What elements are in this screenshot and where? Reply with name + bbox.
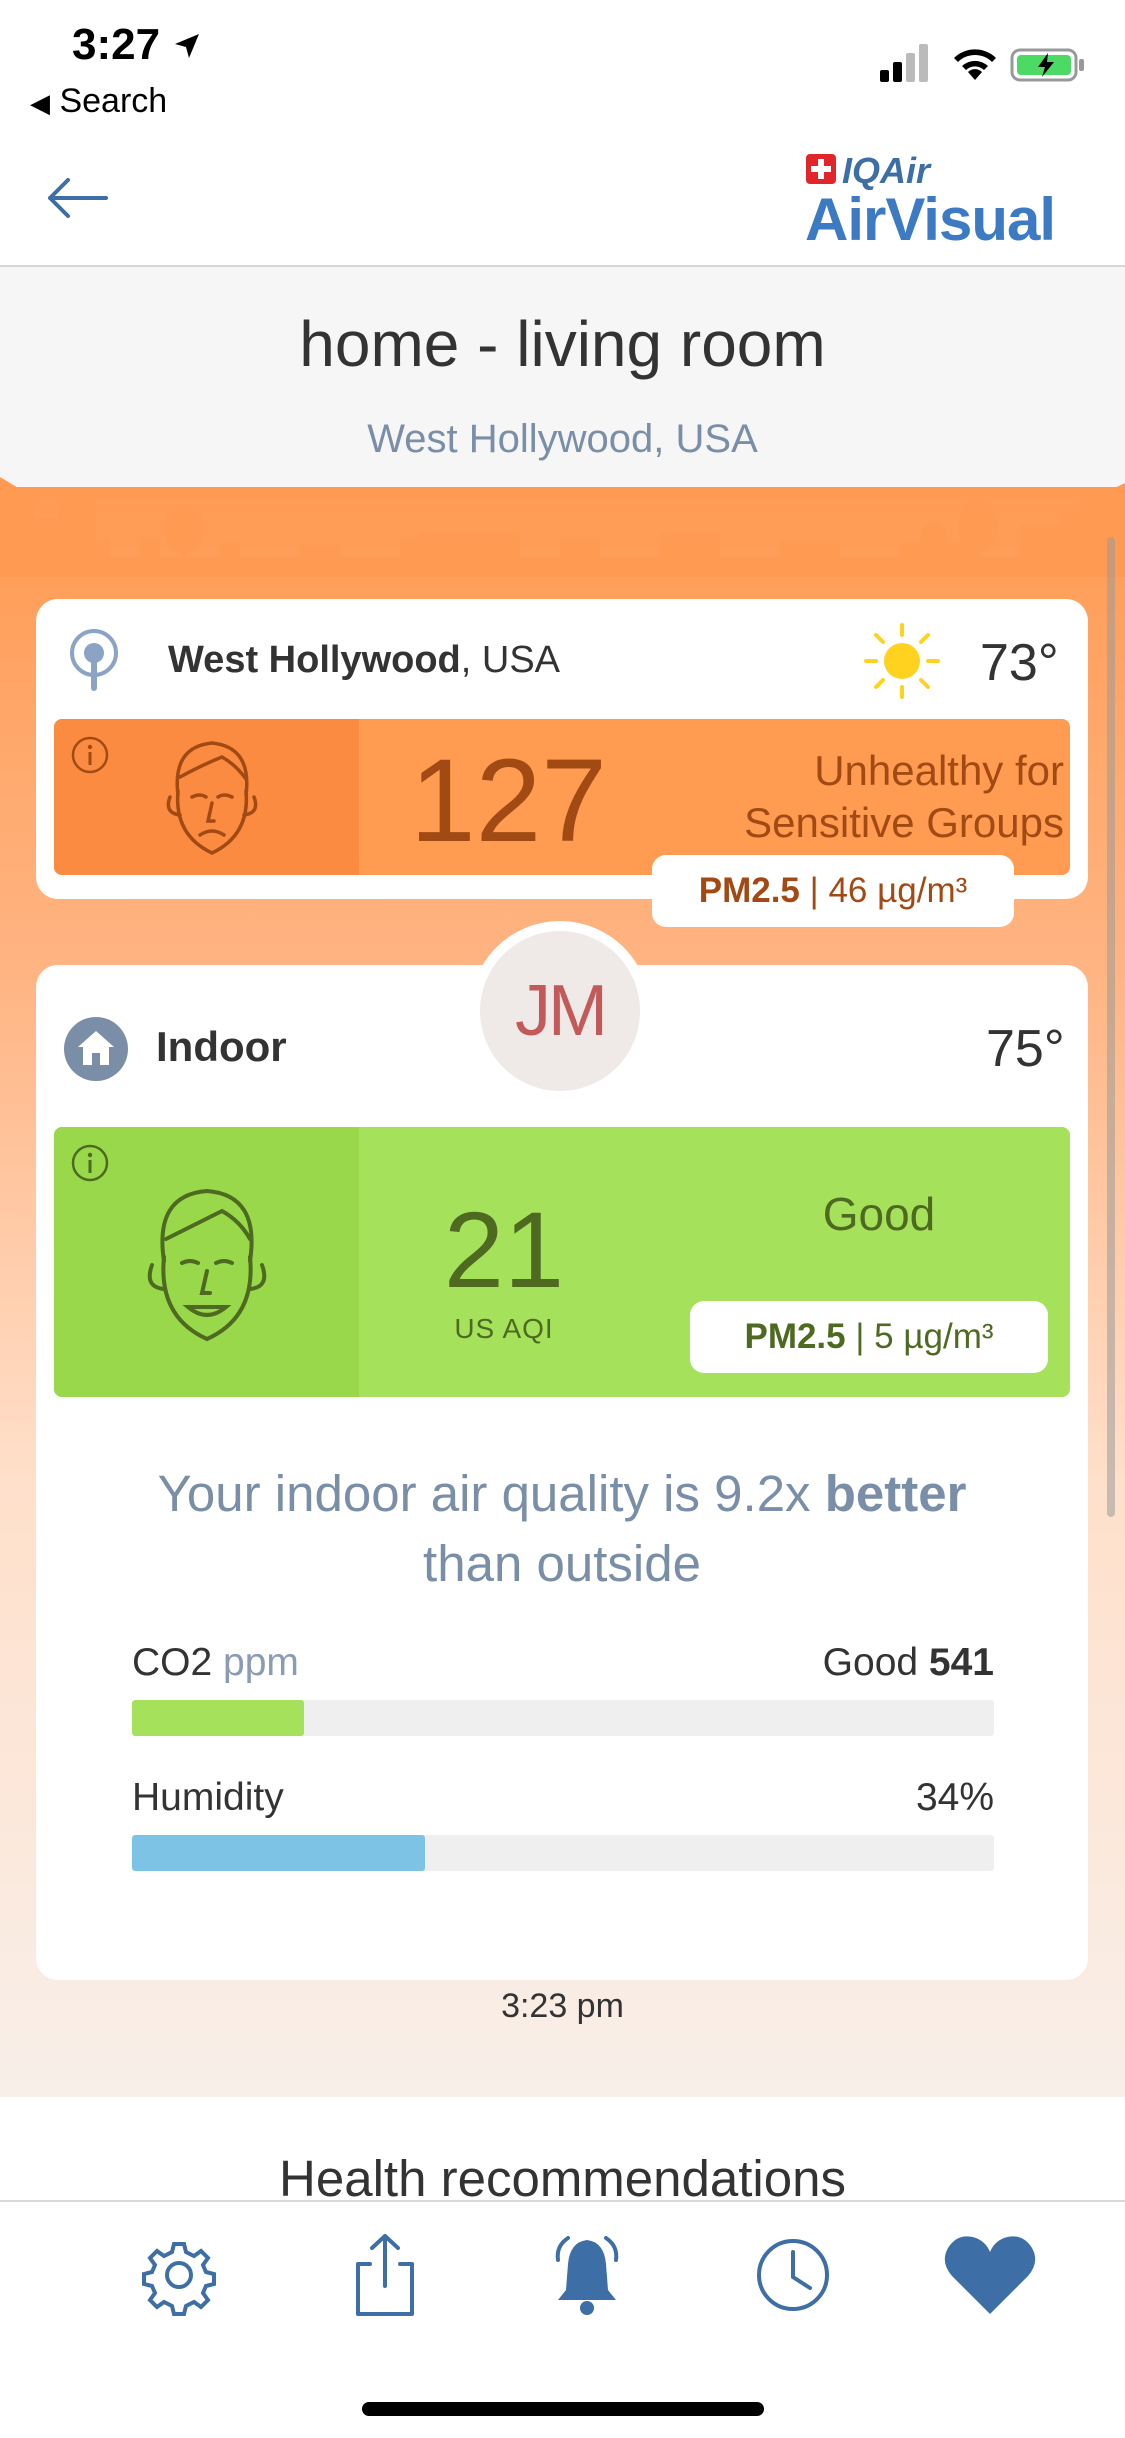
outdoor-aqi-band: 127 Unhealthy for Sensitive Groups	[54, 719, 1070, 875]
home-indicator	[362, 2402, 764, 2416]
location-pin-icon	[70, 629, 118, 691]
location-arrow-icon	[175, 34, 200, 58]
outdoor-pm25-pill: PM2.5 | 46 µg/m³	[652, 855, 1014, 927]
back-to-search-link[interactable]: ◀ Search	[30, 82, 167, 121]
status-bar: 3:27 ◀ Search	[0, 0, 1125, 130]
humidity-bar	[132, 1835, 994, 1871]
bell-icon[interactable]	[542, 2230, 632, 2320]
health-recommendations-section: Health recommendations	[0, 2097, 1125, 2197]
city-skyline-illustration	[0, 477, 1125, 577]
comparison-text: Your indoor air quality is 9.2x better t…	[157, 1465, 967, 1592]
home-icon	[64, 1017, 128, 1081]
cellular-signal-icon	[880, 44, 928, 82]
humidity-bar-fill	[132, 1835, 426, 1871]
back-triangle-icon: ◀	[30, 88, 50, 118]
last-updated-time: 3:23 pm	[501, 1987, 624, 2025]
device-detail: home - living room West Hollywood, USA W…	[0, 267, 1125, 2097]
co2-row: CO2 ppm Good 541	[132, 1641, 994, 1684]
humidity-row: Humidity 34%	[132, 1776, 994, 1819]
wifi-icon	[954, 49, 996, 80]
co2-bar-fill	[132, 1700, 305, 1736]
outdoor-aqi-status: Unhealthy for Sensitive Groups	[744, 747, 1064, 846]
clock-icon[interactable]	[748, 2230, 838, 2320]
happy-face-icon	[147, 1188, 267, 1342]
co2-bar	[132, 1700, 994, 1736]
avatar[interactable]: JM	[480, 931, 640, 1091]
indoor-temperature: 75°	[986, 1020, 1065, 1078]
back-arrow-icon[interactable]	[42, 168, 112, 228]
sad-face-icon	[166, 741, 258, 855]
indoor-pm25-pill: PM2.5 | 5 µg/m³	[690, 1301, 1048, 1373]
indoor-aqi-unit: US AQI	[454, 1313, 554, 1344]
battery-charging-icon	[1010, 48, 1084, 82]
health-recommendations-title: Health recommendations	[279, 2150, 846, 2197]
app-header: IQAir AirVisual	[0, 130, 1125, 267]
indoor-aqi-band: 21 US AQI Good PM2.5 | 5 µg/m³	[54, 1127, 1070, 1397]
info-icon[interactable]	[70, 1143, 110, 1183]
indoor-aqi-value: 21	[443, 1189, 565, 1310]
status-time: 3:27	[72, 20, 202, 70]
indoor-aqi-status: Good	[822, 1188, 936, 1240]
indoor-label: Indoor	[156, 1023, 287, 1070]
outdoor-aqi-card[interactable]: West Hollywood, USA 73° 127 Unhealthy fo…	[36, 599, 1088, 899]
indoor-aqi-card[interactable]: Indoor 75° 21 US AQI Good PM2.5 | 5 µg/m…	[36, 965, 1088, 1980]
outdoor-aqi-value: 127	[410, 735, 607, 867]
device-title: home - living room	[299, 308, 826, 380]
heart-icon[interactable]	[940, 2230, 1040, 2320]
gear-icon[interactable]	[134, 2230, 224, 2320]
share-icon[interactable]	[340, 2230, 430, 2320]
device-location: West Hollywood, USA	[367, 417, 758, 461]
outdoor-location: West Hollywood, USA	[168, 639, 561, 681]
sun-icon	[864, 623, 940, 699]
logo-airvisual: AirVisual	[805, 186, 1056, 253]
swiss-flag-icon	[806, 154, 836, 184]
bottom-tab-bar	[0, 2200, 1125, 2438]
scrollbar[interactable]	[1107, 537, 1115, 1517]
info-icon[interactable]	[70, 735, 110, 775]
outdoor-temperature: 73°	[980, 634, 1059, 692]
